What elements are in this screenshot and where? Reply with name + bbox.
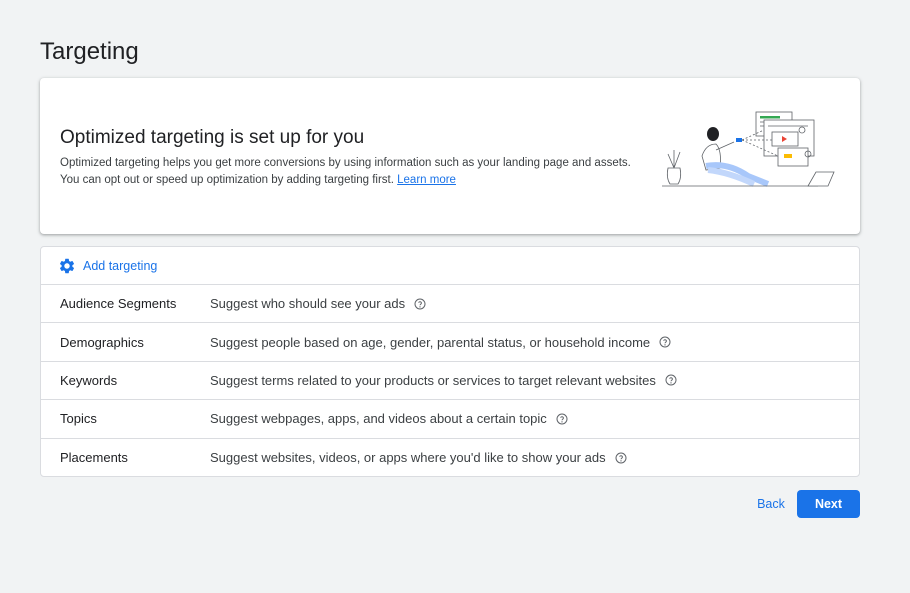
- row-name: Keywords: [60, 372, 118, 388]
- row-description: Suggest websites, videos, or apps where …: [210, 450, 627, 465]
- learn-more-link[interactable]: Learn more: [397, 174, 456, 186]
- help-icon[interactable]: [665, 374, 677, 386]
- row-description: Suggest who should see your ads: [210, 296, 426, 311]
- targeting-row-audience-segments[interactable]: Audience Segments Suggest who should see…: [41, 285, 859, 324]
- help-icon[interactable]: [414, 298, 426, 310]
- row-description-text: Suggest people based on age, gender, par…: [210, 334, 651, 350]
- targeting-row-demographics[interactable]: Demographics Suggest people based on age…: [41, 323, 859, 362]
- targeting-card: Add targeting Audience Segments Suggest …: [40, 246, 860, 477]
- row-name: Demographics: [60, 334, 144, 350]
- banner-description-line2: You can opt out or speed up optimization…: [60, 173, 394, 186]
- targeting-row-keywords[interactable]: Keywords Suggest terms related to your p…: [41, 362, 859, 401]
- back-button[interactable]: Back: [751, 490, 791, 518]
- add-targeting-button[interactable]: Add targeting: [41, 247, 859, 285]
- row-description: Suggest terms related to your products o…: [210, 373, 677, 388]
- banner-title: Optimized targeting is set up for you: [60, 127, 365, 148]
- row-description-text: Suggest terms related to your products o…: [210, 372, 656, 388]
- add-targeting-label: Add targeting: [83, 258, 158, 273]
- next-button[interactable]: Next: [797, 490, 860, 518]
- row-description: Suggest people based on age, gender, par…: [210, 335, 671, 350]
- row-description: Suggest webpages, apps, and videos about…: [210, 411, 568, 426]
- row-description-text: Suggest who should see your ads: [210, 296, 406, 312]
- row-description-text: Suggest webpages, apps, and videos about…: [210, 411, 547, 427]
- row-description-text: Suggest websites, videos, or apps where …: [210, 450, 606, 466]
- banner-description-line1: Optimized targeting helps you get more c…: [60, 157, 631, 169]
- page-title: Targeting: [40, 38, 139, 65]
- row-name: Topics: [60, 411, 97, 427]
- gear-icon: [59, 258, 75, 273]
- targeting-row-topics[interactable]: Topics Suggest webpages, apps, and video…: [41, 400, 859, 439]
- row-name: Placements: [60, 450, 128, 466]
- row-name: Audience Segments: [60, 296, 177, 312]
- help-icon[interactable]: [556, 413, 568, 425]
- targeting-row-placements[interactable]: Placements Suggest websites, videos, or …: [41, 439, 859, 477]
- help-icon[interactable]: [615, 452, 627, 464]
- banner-description: Optimized targeting helps you get more c…: [60, 155, 650, 188]
- targeting-illustration: [662, 111, 835, 187]
- optimized-targeting-banner: Optimized targeting is set up for you Op…: [40, 78, 860, 234]
- help-icon[interactable]: [659, 336, 671, 348]
